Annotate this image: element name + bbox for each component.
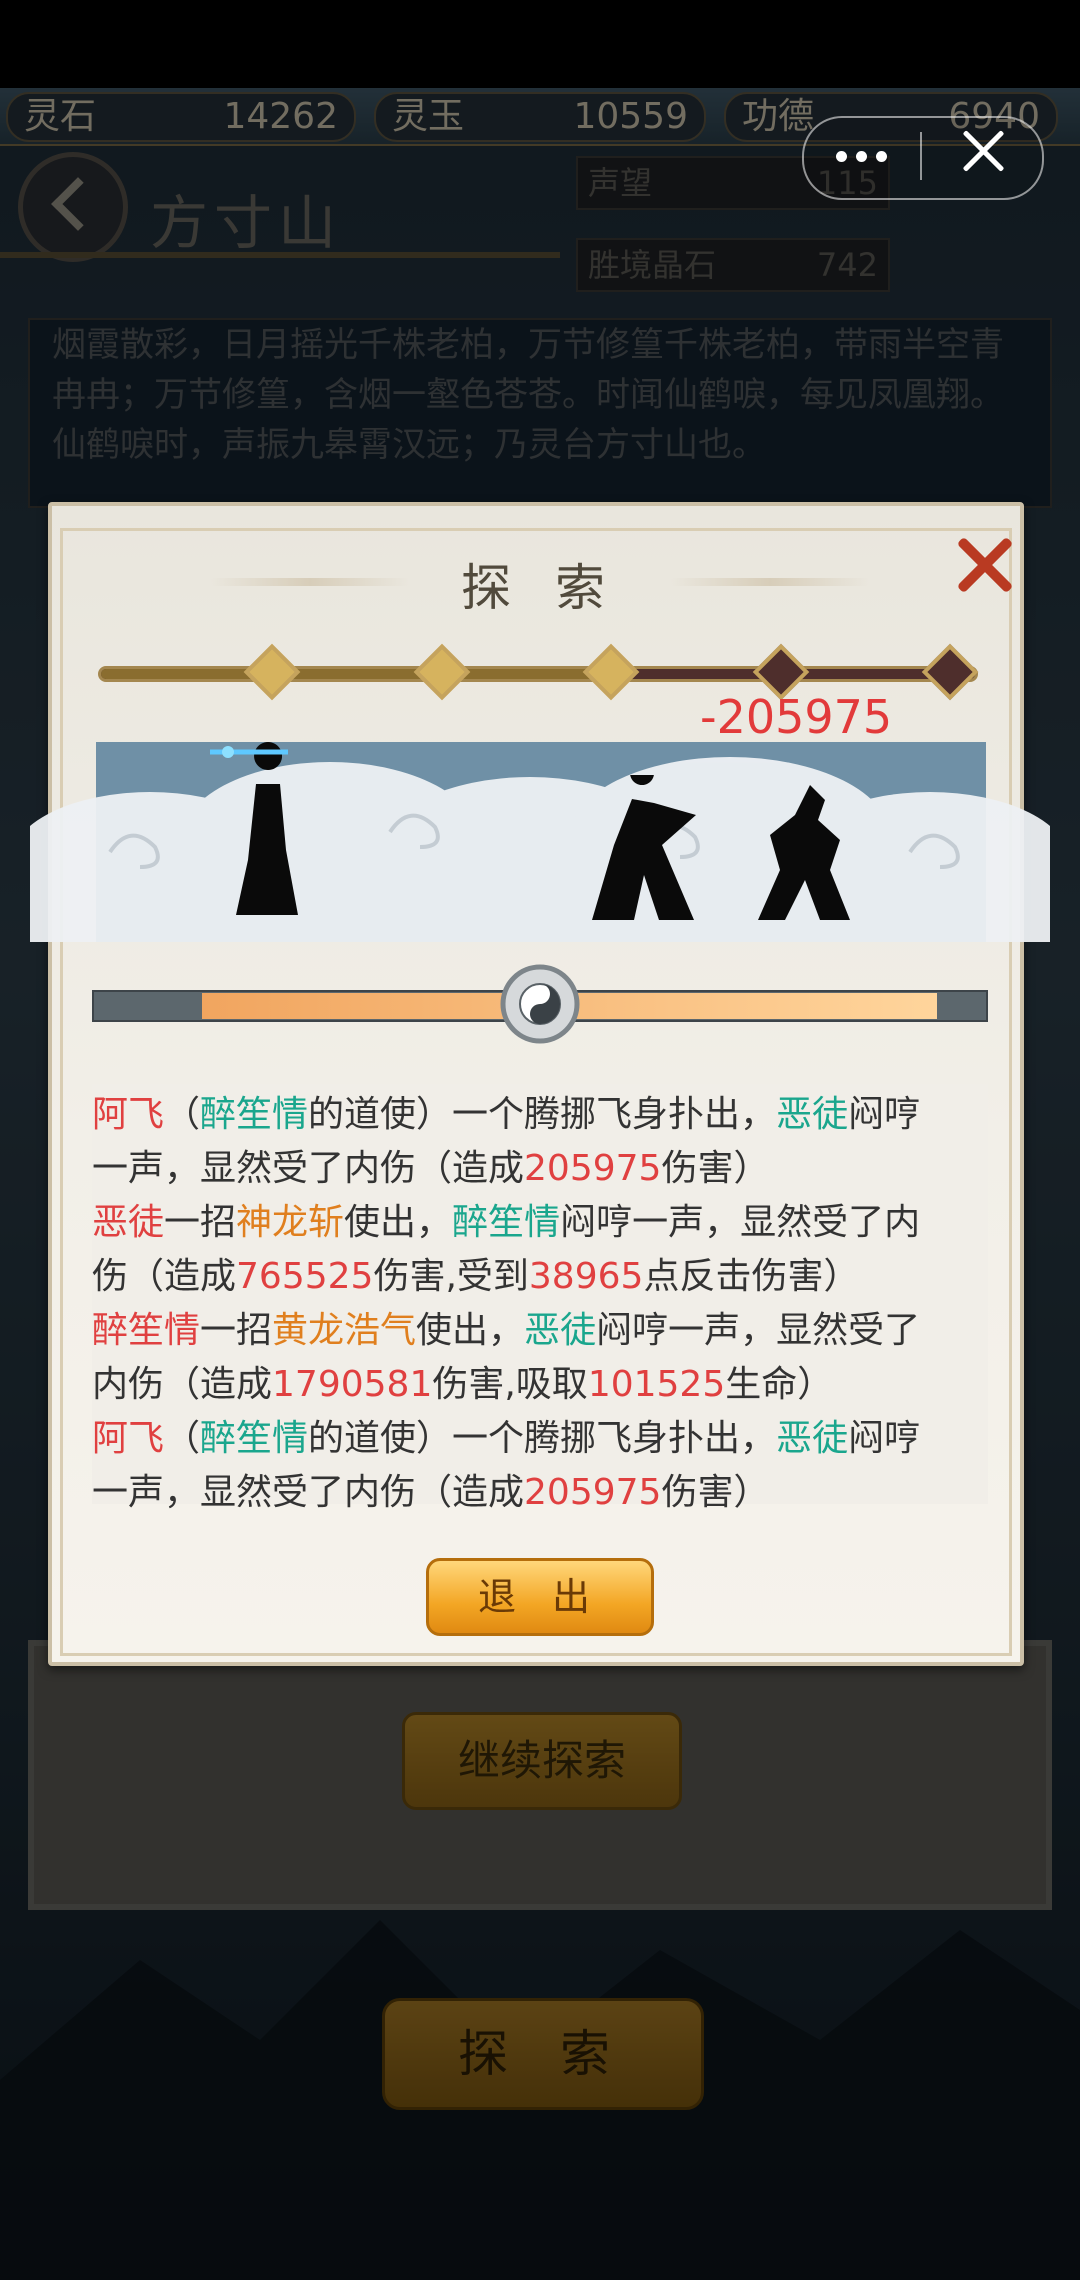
log-segment: 恶徒 bbox=[776, 1094, 849, 1135]
title-ornament-right bbox=[670, 578, 870, 586]
close-icon[interactable] bbox=[960, 128, 1006, 174]
log-segment: 醉笙情 bbox=[200, 1094, 309, 1135]
log-segment: 伤害,吸取 bbox=[432, 1364, 588, 1405]
enemy-silhouette-1 bbox=[592, 775, 696, 920]
log-segment: 伤害） bbox=[661, 1148, 770, 1189]
log-segment: 使出， bbox=[416, 1310, 525, 1351]
log-segment: 闷哼 bbox=[848, 1418, 921, 1459]
log-segment: 765525 bbox=[236, 1256, 374, 1297]
modal-title: 探 索 bbox=[461, 559, 619, 617]
log-segment: 醉笙情 bbox=[92, 1310, 201, 1351]
log-segment: 的道使）一个腾挪飞身扑出， bbox=[308, 1418, 777, 1459]
log-segment: 醉笙情 bbox=[200, 1418, 309, 1459]
hero-silhouette bbox=[210, 742, 298, 915]
log-segment: 伤（造成 bbox=[92, 1256, 237, 1297]
log-segment: 闷哼一声，显然受了内 bbox=[560, 1202, 921, 1243]
battle-log-line: 一声，显然受了内伤（造成205975伤害） bbox=[92, 1142, 1002, 1196]
log-segment: 点反击伤害） bbox=[643, 1256, 860, 1297]
log-segment: 38965 bbox=[528, 1256, 644, 1297]
log-segment: 205975 bbox=[524, 1472, 662, 1513]
exit-button[interactable]: 退 出 bbox=[426, 1558, 654, 1636]
log-segment: 醉笙情 bbox=[452, 1202, 561, 1243]
log-segment: 闷哼 bbox=[848, 1094, 921, 1135]
log-segment: 一声，显然受了内伤（造成 bbox=[92, 1472, 525, 1513]
log-segment: 205975 bbox=[524, 1148, 662, 1189]
log-segment: （ bbox=[164, 1094, 201, 1135]
enemy-silhouette-2 bbox=[758, 785, 850, 920]
more-icon[interactable] bbox=[836, 151, 847, 162]
explore-progress-fill bbox=[101, 669, 611, 679]
log-segment: 恶徒 bbox=[92, 1202, 165, 1243]
log-segment: 一招 bbox=[164, 1202, 237, 1243]
log-segment: 伤害,受到 bbox=[373, 1256, 529, 1297]
log-segment: 使出， bbox=[344, 1202, 453, 1243]
yinyang-icon bbox=[500, 964, 580, 1044]
log-segment: 1790581 bbox=[272, 1364, 433, 1405]
capsule-divider bbox=[920, 132, 922, 180]
log-segment: 黄龙浩气 bbox=[272, 1310, 417, 1351]
log-segment: 阿飞 bbox=[92, 1418, 165, 1459]
log-segment: 阿飞 bbox=[92, 1094, 165, 1135]
log-segment: 神龙斩 bbox=[236, 1202, 345, 1243]
title-ornament-left bbox=[210, 578, 410, 586]
battle-log-line: 阿飞（醉笙情的道使）一个腾挪飞身扑出，恶徒闷哼 bbox=[92, 1088, 1002, 1142]
cloud-layer bbox=[30, 757, 1050, 942]
log-segment: 一声，显然受了内伤（造成 bbox=[92, 1148, 525, 1189]
damage-popup: -205975 bbox=[700, 690, 893, 744]
log-segment: （ bbox=[164, 1418, 201, 1459]
log-segment: 闷哼一声，显然受了 bbox=[596, 1310, 921, 1351]
more-icon-dot bbox=[876, 151, 887, 162]
log-segment: 生命） bbox=[725, 1364, 834, 1405]
more-icon-dot bbox=[856, 151, 867, 162]
battle-log-line: 一声，显然受了内伤（造成205975伤害） bbox=[92, 1466, 1002, 1520]
log-segment: 的道使）一个腾挪飞身扑出， bbox=[308, 1094, 777, 1135]
battle-log-line: 恶徒一招神龙斩使出，醉笙情闷哼一声，显然受了内 bbox=[92, 1196, 1002, 1250]
battle-log-line: 伤（造成765525伤害,受到38965点反击伤害） bbox=[92, 1250, 1002, 1304]
log-segment: 恶徒 bbox=[776, 1418, 849, 1459]
log-segment: 一招 bbox=[200, 1310, 273, 1351]
battle-log-line: 醉笙情一招黄龙浩气使出，恶徒闷哼一声，显然受了 bbox=[92, 1304, 1002, 1358]
log-segment: 内伤（造成 bbox=[92, 1364, 273, 1405]
battle-log-line: 阿飞（醉笙情的道使）一个腾挪飞身扑出，恶徒闷哼 bbox=[92, 1412, 1002, 1466]
battle-log-line: 内伤（造成1790581伤害,吸取101525生命） bbox=[92, 1358, 1002, 1412]
log-segment: 伤害） bbox=[661, 1472, 770, 1513]
log-segment: 101525 bbox=[587, 1364, 726, 1405]
log-segment: 恶徒 bbox=[524, 1310, 597, 1351]
modal-close-icon[interactable] bbox=[954, 534, 1016, 596]
